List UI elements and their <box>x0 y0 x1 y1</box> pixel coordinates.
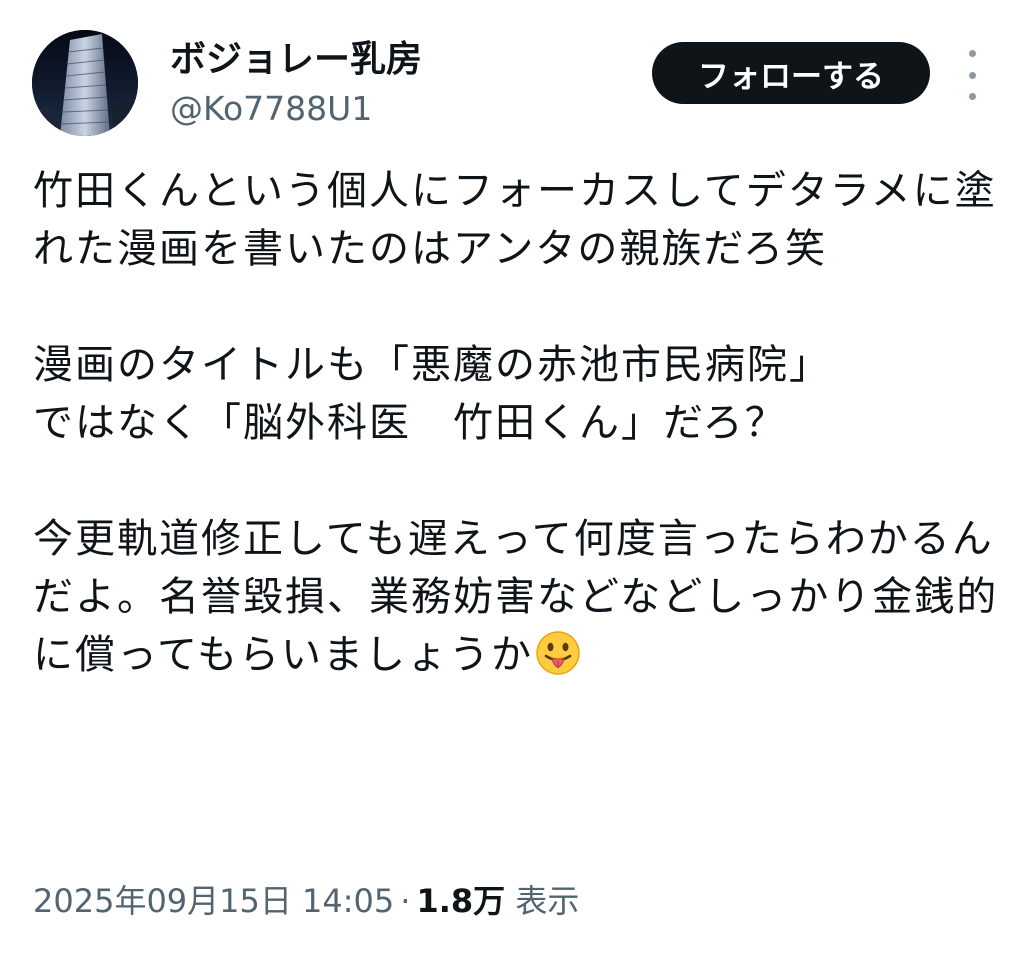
tweet-header: ボジョレー乳房 @Ko7788U1 フォローする <box>0 0 1025 150</box>
views-count: 1.8万 <box>416 882 506 920</box>
tweet-paragraph-1: 竹田くんという個人にフォーカスしてデタラメに塗れた漫画を書いたのはアンタの親族だ… <box>33 168 997 272</box>
more-vertical-icon-dot <box>968 93 976 100</box>
display-name[interactable]: ボジョレー乳房 <box>170 38 422 82</box>
tweet-meta: 2025年09月15日 14:05 · 1.8万 表示 <box>33 880 579 922</box>
tweet-paragraph-2: 漫画のタイトルも「悪魔の赤池市民病院」 ではなく「脳外科医 竹田くん」だろ？ <box>33 336 1003 452</box>
more-vertical-icon-dot <box>968 71 976 79</box>
skyscraper-night-avatar-icon <box>32 30 138 136</box>
tweet-paragraph-3-text: 今更軌道修正しても遅えって何度言ったらわかるんだよ。名誉毀損、業務妨害などなどし… <box>33 516 999 678</box>
tweet-paragraph-2-line-2: ではなく「脳外科医 竹田くん」だろ？ <box>33 400 787 446</box>
more-options-button[interactable] <box>955 50 989 100</box>
follow-button[interactable]: フォローする <box>652 42 930 104</box>
face-with-tongue-icon <box>535 630 581 692</box>
avatar[interactable] <box>32 30 138 136</box>
meta-separator: · <box>400 882 411 920</box>
tweet-text: 竹田くんという個人にフォーカスしてデタラメに塗れた漫画を書いたのはアンタの親族だ… <box>33 162 1003 692</box>
tweet-paragraph-2-line-1: 漫画のタイトルも「悪魔の赤池市民病院」 <box>33 342 831 388</box>
views-label: 表示 <box>515 882 580 920</box>
user-handle[interactable]: @Ko7788U1 <box>170 88 372 130</box>
timestamp[interactable]: 2025年09月15日 14:05 <box>33 882 394 920</box>
more-vertical-icon <box>968 50 976 57</box>
tweet-paragraph-3: 今更軌道修正しても遅えって何度言ったらわかるんだよ。名誉毀損、業務妨害などなどし… <box>33 510 1003 692</box>
